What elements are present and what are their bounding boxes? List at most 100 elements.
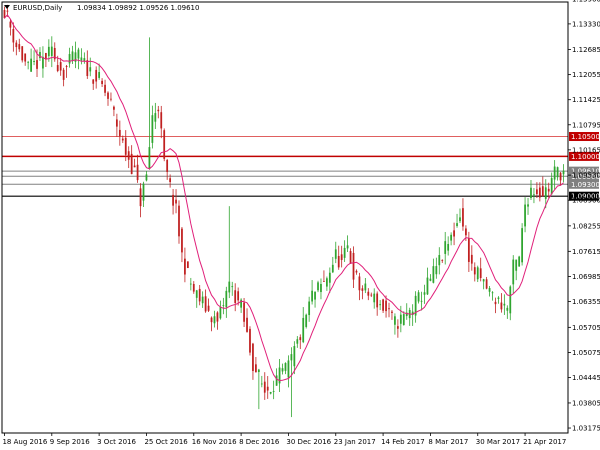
candle-body	[432, 266, 435, 283]
candle-body	[376, 293, 379, 308]
candle	[538, 182, 541, 202]
candle-body	[423, 292, 426, 295]
x-tick-label: 9 Sep 2016	[50, 438, 90, 446]
candle	[399, 305, 402, 333]
candle-body	[269, 392, 272, 394]
candle	[45, 52, 47, 67]
candle	[115, 113, 118, 137]
candle	[346, 235, 349, 252]
candle-body	[175, 199, 177, 204]
candle-body	[426, 277, 429, 295]
candle-body	[328, 272, 331, 283]
candle-body	[181, 228, 183, 253]
candle-body	[453, 230, 455, 237]
candle	[453, 222, 455, 246]
candle-body	[515, 259, 518, 271]
candle-body	[89, 67, 92, 72]
candle	[68, 47, 71, 68]
candle	[396, 319, 399, 338]
candle-body	[485, 279, 488, 289]
candle-body	[296, 339, 299, 344]
candle	[260, 375, 263, 388]
candle-body	[553, 166, 556, 180]
candle-body	[160, 112, 163, 129]
candle-body	[559, 172, 562, 181]
price-chart[interactable]: 1.10500 1.10000 1.09610 1.09500 1.09300 1.090…	[0, 0, 600, 450]
candle	[21, 46, 24, 63]
candle-body	[385, 300, 387, 312]
candle	[323, 270, 325, 282]
candle-body	[107, 92, 109, 99]
candle-body	[476, 267, 479, 280]
candle	[172, 189, 174, 215]
x-tick-label: 30 Dec 2016	[286, 438, 331, 446]
candle-body	[441, 260, 444, 261]
y-tick-label: 1.08900	[572, 197, 600, 205]
candle	[299, 334, 302, 350]
level-tag-text: 1.10500	[571, 133, 600, 141]
candle	[388, 302, 390, 318]
candle-body	[36, 60, 38, 69]
candle	[184, 247, 186, 283]
candle	[101, 78, 103, 87]
candle-body	[77, 49, 80, 59]
candle-body	[302, 317, 305, 343]
candle	[547, 182, 550, 198]
candle-body	[562, 170, 565, 175]
candle-body	[68, 54, 71, 64]
candles	[3, 4, 565, 418]
candle	[228, 206, 231, 299]
candle-body	[234, 290, 237, 303]
y-tick-label: 1.13330	[572, 20, 600, 28]
candle-body	[527, 204, 529, 207]
candle	[429, 274, 432, 282]
candle	[195, 289, 198, 308]
candle-body	[373, 293, 376, 303]
candle	[192, 281, 195, 294]
candle-body	[246, 317, 248, 332]
candle-body	[172, 194, 174, 206]
candle	[80, 48, 83, 65]
candle	[553, 160, 556, 190]
x-tick-label: 14 Feb 2017	[381, 438, 425, 446]
candle	[559, 172, 562, 186]
candle-body	[326, 278, 328, 287]
candle	[133, 158, 136, 168]
candle	[62, 67, 65, 87]
chart-canvas[interactable]: 1.105001.100001.096101.095001.093001.090…	[0, 0, 600, 450]
candle-body	[275, 375, 278, 386]
candle	[515, 259, 518, 281]
candle	[488, 286, 491, 297]
level-tag: 1.10500	[569, 132, 600, 142]
candle	[263, 372, 266, 400]
x-tick-label: 18 Aug 2016	[2, 438, 47, 446]
horizontal-levels	[2, 136, 568, 197]
candle-body	[533, 194, 535, 196]
candle-body	[184, 258, 186, 275]
candle	[154, 102, 157, 130]
candle-body	[462, 208, 464, 227]
candle-body	[225, 290, 228, 308]
candle-body	[243, 302, 245, 322]
candle	[83, 52, 86, 64]
candle-body	[544, 187, 547, 199]
dropdown-triangle-icon[interactable]	[4, 5, 10, 9]
candle-body	[154, 113, 157, 122]
candle	[426, 267, 429, 295]
candle	[497, 296, 500, 304]
candle	[361, 285, 364, 300]
y-tick-label: 1.05705	[572, 324, 600, 332]
candle-body	[391, 311, 393, 313]
candle	[201, 291, 204, 308]
candle-body	[352, 252, 355, 280]
candle	[92, 79, 95, 90]
candle	[110, 92, 112, 102]
candle-body	[157, 109, 160, 112]
candle-body	[9, 21, 12, 28]
candle	[355, 269, 358, 275]
candle-body	[95, 69, 98, 82]
y-tick-label: 1.09530	[572, 172, 600, 180]
candle-body	[358, 276, 361, 291]
candle	[296, 336, 299, 348]
candle	[77, 47, 80, 70]
